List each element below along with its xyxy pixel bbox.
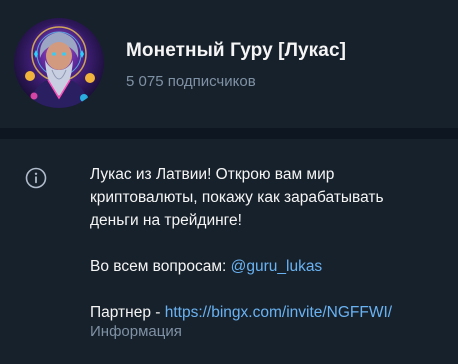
subscriber-count: 5 075 подписчиков <box>126 73 256 90</box>
channel-description: Лукас из Латвии! Открою вам мир криптова… <box>90 163 450 324</box>
description-line: Лукас из Латвии! Открою вам мир <box>90 166 335 183</box>
channel-title: Монетный Гуру [Лукас] <box>126 40 347 61</box>
info-label: Информация <box>90 323 182 340</box>
description-line: деньги на трейдинге! <box>90 212 242 229</box>
partner-prefix: Партнер - <box>90 304 165 321</box>
channel-header: Монетный Гуру [Лукас] 5 075 подписчиков <box>0 0 458 128</box>
partner-line: Партнер - https://bingx.com/invite/NGFFW… <box>90 301 450 324</box>
guru-avatar-icon[interactable] <box>14 18 104 108</box>
info-icon <box>25 167 47 189</box>
username-link[interactable]: @guru_lukas <box>231 258 323 275</box>
channel-info-section: Лукас из Латвии! Открою вам мир криптова… <box>0 139 458 364</box>
section-divider <box>0 128 458 139</box>
questions-line: Во всем вопросам: @guru_lukas <box>90 255 450 278</box>
partner-link[interactable]: https://bingx.com/invite/NGFFWI/ <box>165 304 392 321</box>
description-line: криптовалюты, покажу как зарабатывать <box>90 189 384 206</box>
questions-prefix: Во всем вопросам: <box>90 258 231 275</box>
